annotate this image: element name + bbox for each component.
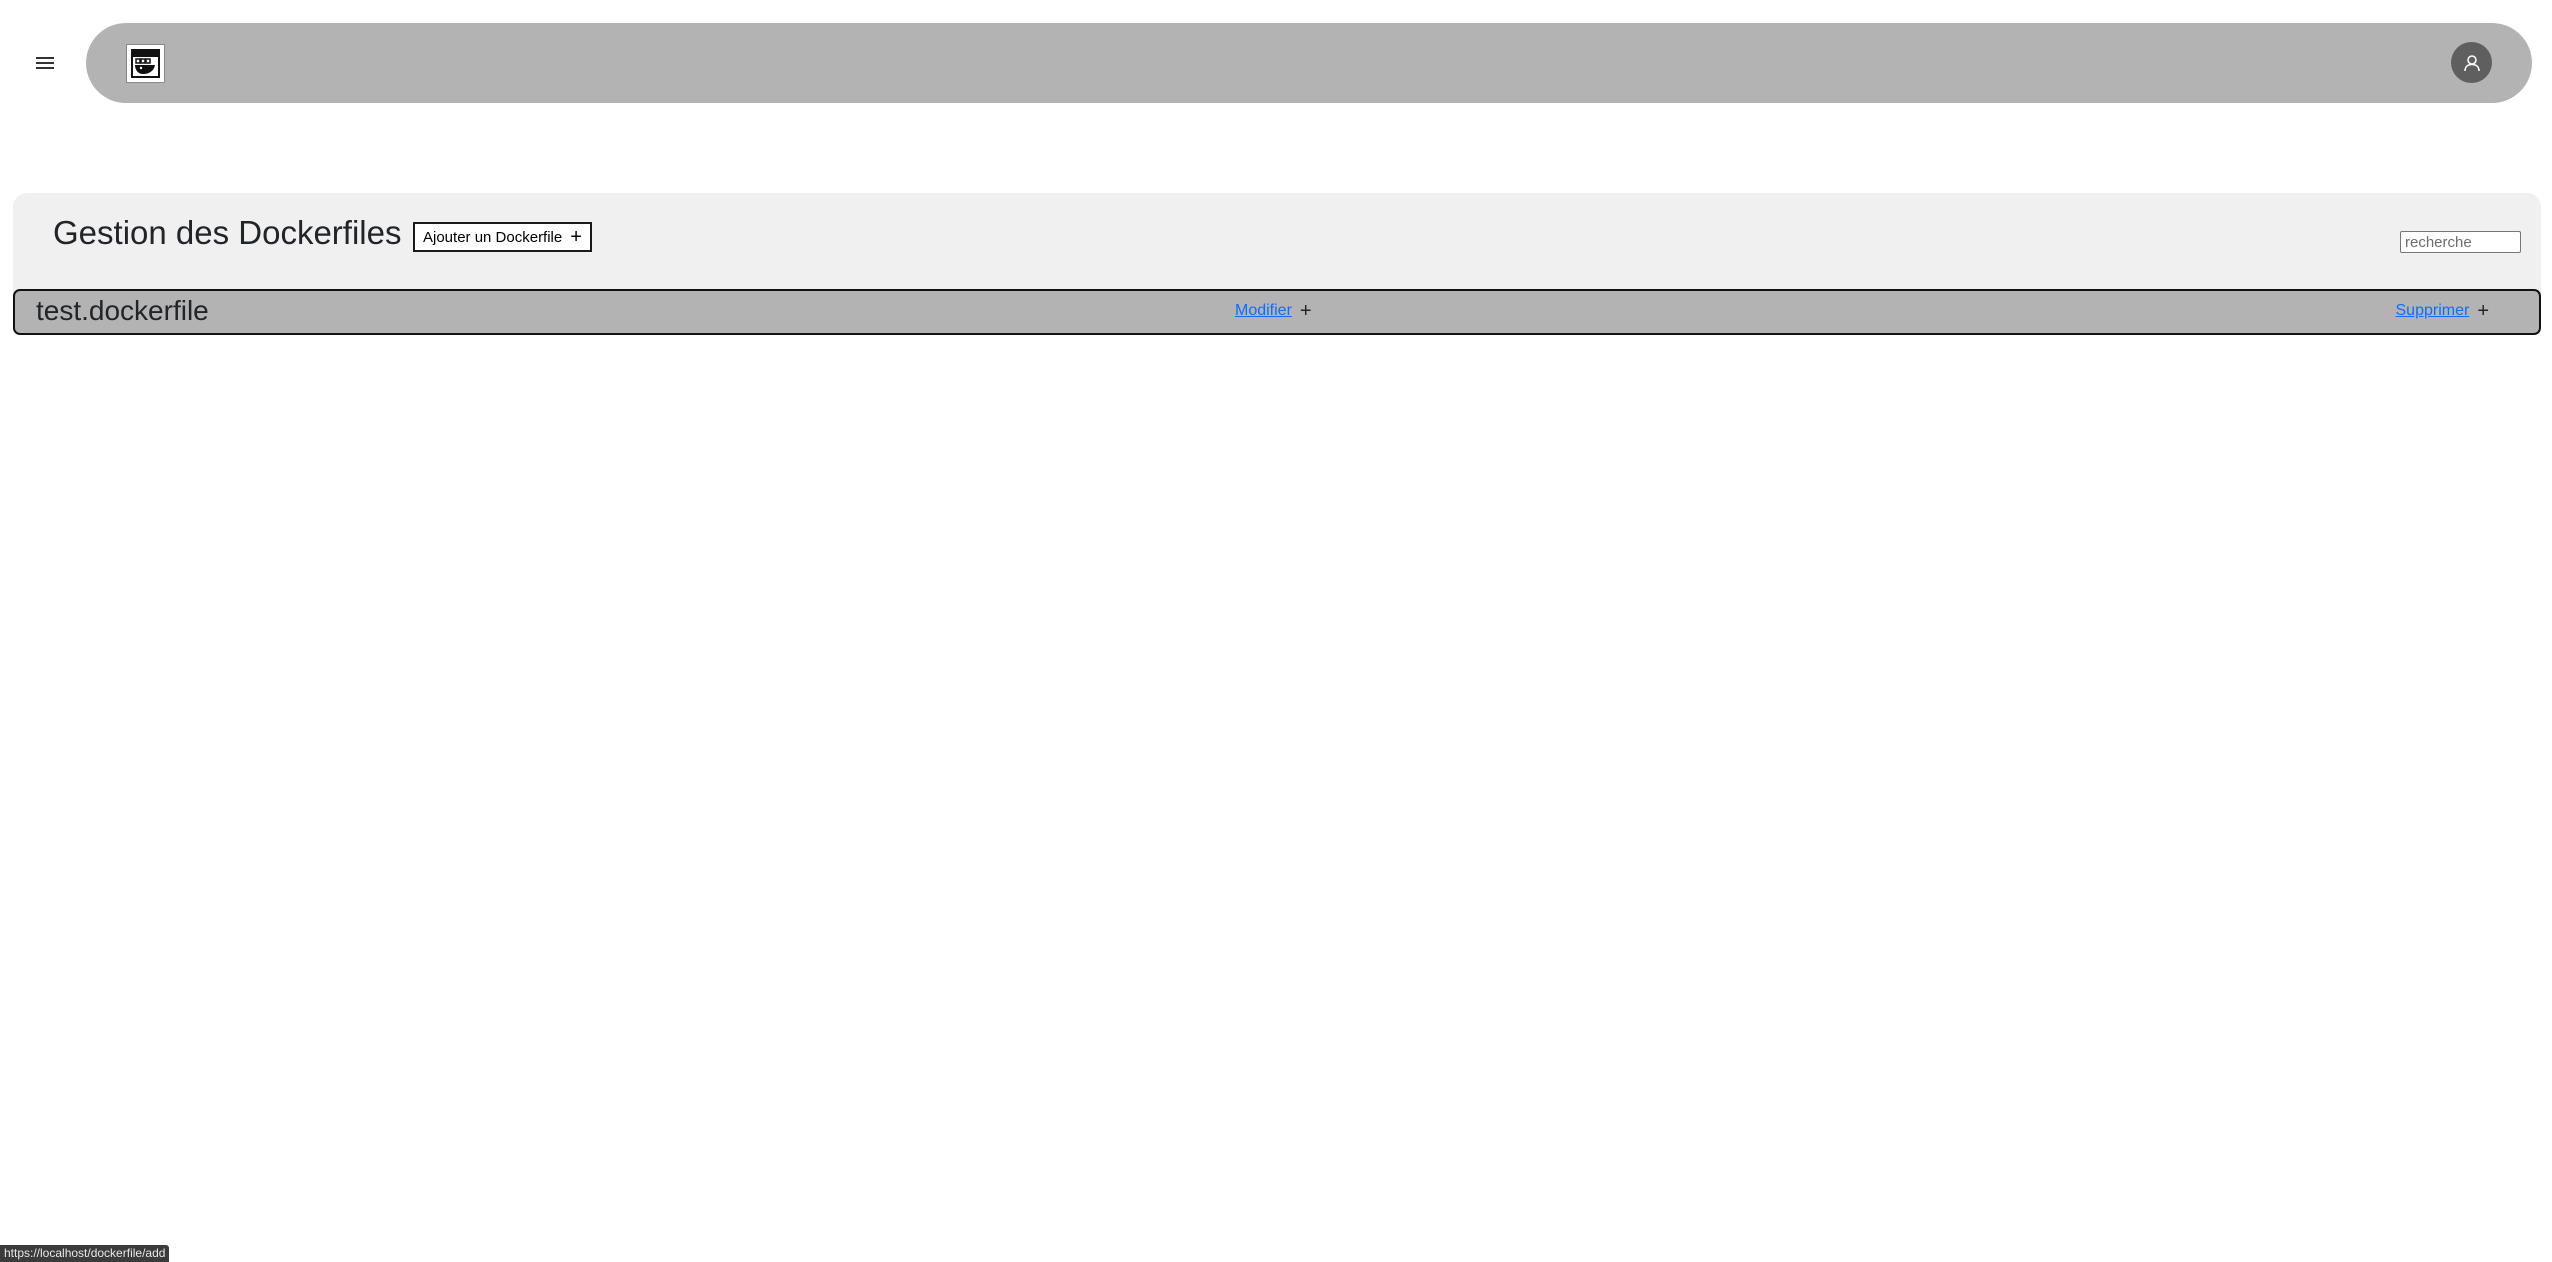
delete-action: Supprimer + [2396, 301, 2490, 321]
logo[interactable] [126, 44, 165, 83]
status-bar-url: https://localhost/dockerfile/add [0, 1245, 170, 1262]
hamburger-menu-button[interactable] [30, 50, 60, 76]
page-title: Gestion des Dockerfiles [53, 214, 402, 251]
plus-icon[interactable]: + [2477, 301, 2489, 321]
plus-icon: + [570, 226, 582, 248]
top-navbar [86, 23, 2532, 103]
docker-logo-icon [131, 49, 160, 78]
user-avatar-icon [2463, 54, 2480, 71]
dockerfile-row: test.dockerfile Modifier + Supprimer + [13, 289, 2541, 335]
hamburger-menu-icon [36, 57, 54, 69]
modify-link[interactable]: Modifier [1235, 302, 1292, 320]
user-avatar[interactable] [2451, 42, 2492, 83]
add-dockerfile-button[interactable]: Ajouter un Dockerfile + [413, 222, 592, 252]
modify-action: Modifier + [1235, 301, 1312, 321]
add-dockerfile-label: Ajouter un Dockerfile [423, 228, 563, 246]
dockerfile-name: test.dockerfile [36, 295, 209, 326]
search-input[interactable] [2400, 231, 2521, 253]
plus-icon[interactable]: + [1300, 301, 1312, 321]
delete-link[interactable]: Supprimer [2396, 302, 2470, 320]
